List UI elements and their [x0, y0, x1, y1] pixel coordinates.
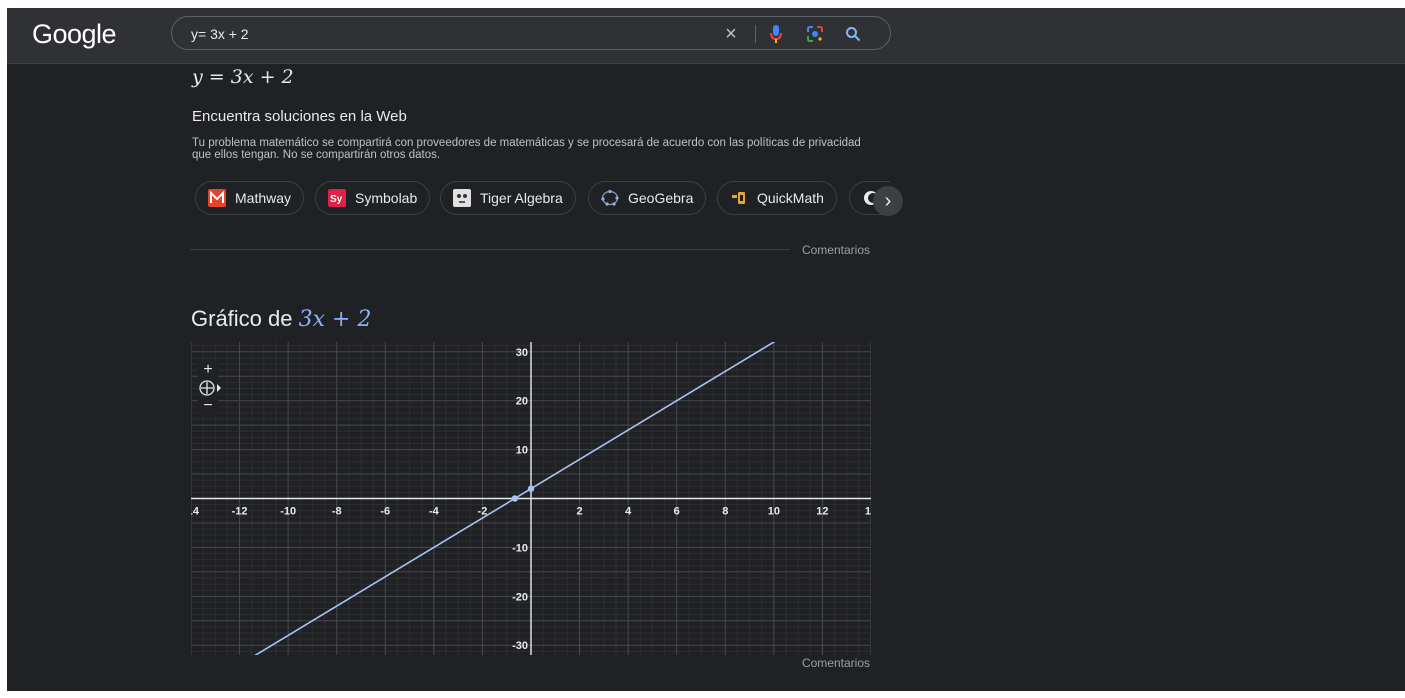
- x-tick-label: -2: [478, 506, 488, 518]
- zoom-in-button[interactable]: +: [198, 361, 218, 379]
- chips-next-button[interactable]: ›: [873, 186, 903, 216]
- chip-symbolab[interactable]: Sy Symbolab: [315, 181, 431, 215]
- page-frame: Google ×: [7, 8, 1405, 691]
- mathway-icon: [208, 189, 226, 207]
- intercept-point: [511, 495, 519, 502]
- geogebra-icon: [601, 189, 619, 207]
- google-logo[interactable]: Google: [32, 19, 117, 50]
- lens-search-button[interactable]: [804, 23, 826, 45]
- search-icon: [846, 27, 861, 42]
- search-divider: [755, 25, 756, 43]
- graph-title: Gráfico de 3x + 2: [191, 306, 371, 332]
- move-arrows-icon: [199, 380, 221, 396]
- graph-title-expression: 3x + 2: [298, 307, 372, 332]
- x-tick-label: -4: [429, 506, 440, 518]
- graph-title-prefix: Gráfico de: [191, 306, 293, 331]
- voice-search-button[interactable]: [765, 23, 787, 45]
- camera-lens-icon: [807, 26, 823, 42]
- chip-mathway[interactable]: Mathway: [195, 181, 305, 215]
- x-tick-label: -14: [191, 506, 200, 518]
- x-tick-label: -6: [380, 506, 390, 518]
- search-box[interactable]: ×: [171, 16, 891, 50]
- y-tick-label: -30: [512, 640, 528, 652]
- x-tick-label: -8: [332, 506, 342, 518]
- graph-canvas[interactable]: -14 -12 -10 -8 -6 -4 -2 2 4 6 8 10 12 14 30 20 10 -10 -20 -…: [191, 342, 871, 655]
- y-tick-label: 20: [516, 396, 528, 408]
- zoom-out-button[interactable]: −: [198, 397, 218, 415]
- clear-search-button[interactable]: ×: [720, 23, 742, 45]
- search-input[interactable]: [189, 22, 713, 46]
- section-divider: [190, 249, 790, 250]
- svg-text:Sy: Sy: [330, 194, 343, 205]
- x-tick-label: 4: [625, 506, 632, 518]
- chip-geogebra[interactable]: GeoGebra: [588, 181, 707, 215]
- y-tick-label: 30: [516, 347, 528, 359]
- chip-label: Symbolab: [355, 190, 418, 206]
- chip-label: GeoGebra: [628, 190, 694, 206]
- y-tick-label: 10: [516, 445, 528, 457]
- y-tick-label: -10: [512, 542, 528, 554]
- y-tick-label: -20: [512, 591, 528, 603]
- x-tick-label: 2: [577, 506, 583, 518]
- chip-label: Mathway: [235, 190, 292, 206]
- intercept-point: [527, 485, 535, 492]
- tiger-algebra-icon: [453, 189, 471, 207]
- close-icon: ×: [725, 22, 737, 45]
- top-bar: Google ×: [7, 8, 1405, 64]
- feedback-link-web[interactable]: Comentarios: [802, 243, 870, 257]
- web-solutions-heading: Encuentra soluciones en la Web: [192, 108, 407, 125]
- graph-controls: + −: [198, 361, 221, 415]
- chip-label: QuickMath: [757, 190, 824, 206]
- chip-quickmath[interactable]: QuickMath: [717, 181, 837, 215]
- provider-chips: Mathway Sy Symbolab Tiger Algebra GeoGeb…: [195, 181, 890, 219]
- chip-label: Tiger Algebra: [480, 190, 563, 206]
- x-tick-label: 12: [816, 506, 828, 518]
- x-tick-label: 6: [674, 506, 680, 518]
- x-tick-label: 10: [768, 506, 780, 518]
- search-button[interactable]: [842, 23, 864, 45]
- chip-tiger-algebra[interactable]: Tiger Algebra: [440, 181, 576, 215]
- function-graph[interactable]: -14 -12 -10 -8 -6 -4 -2 2 4 6 8 10 12 14 30 20 10 -10 -20 -…: [191, 342, 871, 655]
- chevron-right-icon: ›: [884, 189, 892, 212]
- x-tick-label: 14: [865, 506, 871, 518]
- microphone-icon: [770, 25, 782, 43]
- privacy-disclaimer: Tu problema matemático se compartirá con…: [192, 137, 861, 161]
- x-tick-label: -10: [280, 506, 296, 518]
- equation-display: y = 3x + 2: [192, 66, 294, 88]
- symbolab-icon: Sy: [328, 189, 346, 207]
- quickmath-icon: [730, 189, 748, 207]
- x-tick-label: -12: [232, 506, 248, 518]
- x-tick-label: 8: [722, 506, 728, 518]
- feedback-link-graph[interactable]: Comentarios: [802, 656, 870, 670]
- pan-button[interactable]: [198, 379, 221, 397]
